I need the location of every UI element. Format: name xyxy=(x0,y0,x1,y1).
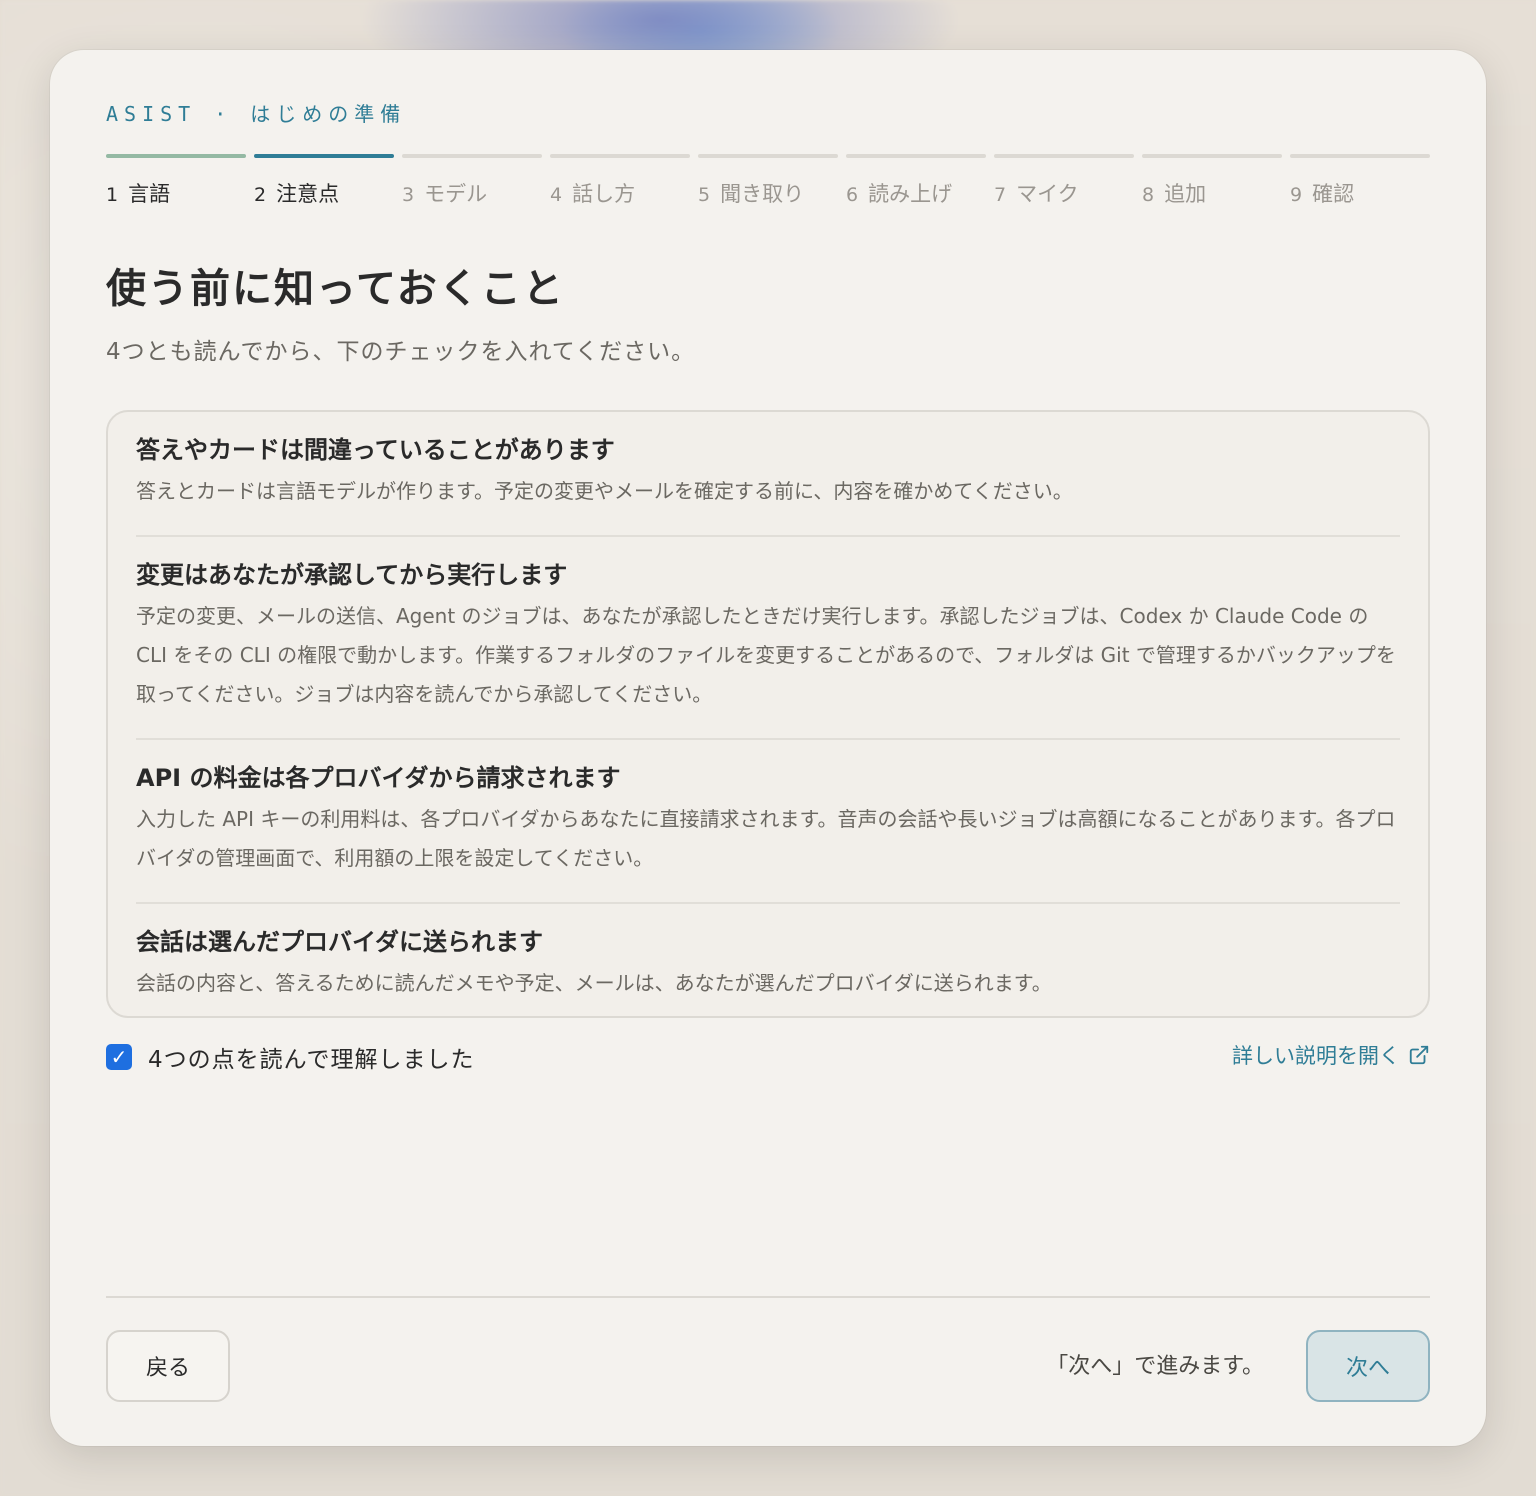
step-language[interactable]: 1 言語 xyxy=(106,154,246,208)
external-link-icon xyxy=(1409,1045,1429,1065)
notice-title: 変更はあなたが承認してから実行します xyxy=(136,561,568,589)
step-bar xyxy=(550,154,690,158)
step-number: 2 xyxy=(254,184,267,206)
notice-body: 予定の変更、メールの送信、Agent のジョブは、あなたが承認したときだけ実行し… xyxy=(136,604,1396,706)
step-bar xyxy=(1142,154,1282,158)
step-bar xyxy=(106,154,246,158)
step-microphone[interactable]: 7 マイク xyxy=(994,154,1134,208)
step-number: 6 xyxy=(846,184,859,206)
step-number: 8 xyxy=(1142,184,1155,206)
step-notices[interactable]: 2 注意点 xyxy=(254,154,394,208)
header-breadcrumb: ASIST · はじめの準備 xyxy=(106,98,406,127)
step-number: 9 xyxy=(1290,184,1303,206)
setup-dialog: ASIST · はじめの準備 1 言語 2 注意点 3 モデル 4 話し方 5 聞き取り 6読… xyxy=(50,50,1486,1446)
step-label: 聞き取り xyxy=(720,182,805,206)
step-bar xyxy=(846,154,986,158)
step-number: 5 xyxy=(698,184,711,206)
step-bar xyxy=(254,154,394,158)
page-title: 使う前に知っておくこと xyxy=(106,266,565,312)
step-label: 読み上げ xyxy=(868,182,953,206)
step-progress: 1 言語 2 注意点 3 モデル 4 話し方 5 聞き取り 6 読み上げ 7 マイク 8 追加 xyxy=(106,154,1430,208)
step-number: 4 xyxy=(550,184,563,206)
step-extras[interactable]: 8 追加 xyxy=(1142,154,1282,208)
step-label: モデル xyxy=(424,182,488,206)
step-label: 注意点 xyxy=(276,182,340,206)
step-bar xyxy=(1290,154,1430,158)
step-bar xyxy=(402,154,542,158)
page-subtitle: 4つとも読んでから、下のチェックを入れてください。 xyxy=(106,339,696,365)
notice-item: 答えやカードは間違っていることがあります 答えとカードは言語モデルが作ります。予… xyxy=(136,412,1400,537)
notice-item: API の料金は各プロバイダから請求されます 入力した API キーの利用料は、… xyxy=(136,740,1400,904)
step-bar xyxy=(994,154,1134,158)
notice-body: 会話の内容と、答えるために読んだメモや予定、メールは、あなたが選んだプロバイダに… xyxy=(136,971,1052,995)
step-label: 確認 xyxy=(1312,182,1355,206)
step-number: 1 xyxy=(106,184,119,206)
notice-title: API の料金は各プロバイダから請求されます xyxy=(136,764,621,792)
step-label: マイク xyxy=(1016,182,1079,206)
agreement-label[interactable]: 4つの点を読んで理解しました xyxy=(148,1040,474,1074)
step-confirm[interactable]: 9 確認 xyxy=(1290,154,1430,208)
notice-body: 入力した API キーの利用料は、各プロバイダからあなたに直接請求されます。音声… xyxy=(136,807,1396,870)
step-listening[interactable]: 5 聞き取り xyxy=(698,154,838,208)
agreement-checkbox[interactable]: ✓ xyxy=(106,1044,132,1070)
step-speaking-style[interactable]: 4 話し方 xyxy=(550,154,690,208)
next-button[interactable]: 次へ xyxy=(1306,1330,1430,1402)
step-number: 7 xyxy=(994,184,1007,206)
step-number: 3 xyxy=(402,184,415,206)
footer-divider xyxy=(106,1296,1430,1298)
notice-item: 変更はあなたが承認してから実行します 予定の変更、メールの送信、Agent のジ… xyxy=(136,537,1400,740)
step-read-aloud[interactable]: 6 読み上げ xyxy=(846,154,986,208)
notice-title: 会話は選んだプロバイダに送られます xyxy=(136,928,544,956)
dock-background xyxy=(0,1450,1536,1496)
back-button[interactable]: 戻る xyxy=(106,1330,230,1402)
details-link-label[interactable]: 詳しい説明を開く xyxy=(1232,1040,1400,1070)
step-label: 追加 xyxy=(1164,182,1207,206)
section-name: はじめの準備 xyxy=(250,102,407,126)
notice-list: 答えやカードは間違っていることがあります 答えとカードは言語モデルが作ります。予… xyxy=(106,410,1430,1018)
breadcrumb-separator: · xyxy=(214,102,233,126)
checkmark-icon: ✓ xyxy=(110,1045,128,1069)
agreement-row[interactable]: ✓ 4つの点を読んで理解しました xyxy=(106,1040,474,1074)
step-bar xyxy=(698,154,838,158)
brand-name: ASIST xyxy=(106,102,197,126)
step-label: 言語 xyxy=(128,182,171,206)
footer-hint: 「次へ」で進みます。 xyxy=(1046,1354,1264,1379)
step-model[interactable]: 3 モデル xyxy=(402,154,542,208)
notice-item: 会話は選んだプロバイダに送られます 会話の内容と、答えるために読んだメモや予定、… xyxy=(136,904,1400,1027)
step-label: 話し方 xyxy=(572,182,636,206)
details-link[interactable]: 詳しい説明を開く xyxy=(1232,1040,1430,1070)
notice-title: 答えやカードは間違っていることがあります xyxy=(136,436,615,464)
notice-body: 答えとカードは言語モデルが作ります。予定の変更やメールを確定する前に、内容を確か… xyxy=(136,479,1073,503)
